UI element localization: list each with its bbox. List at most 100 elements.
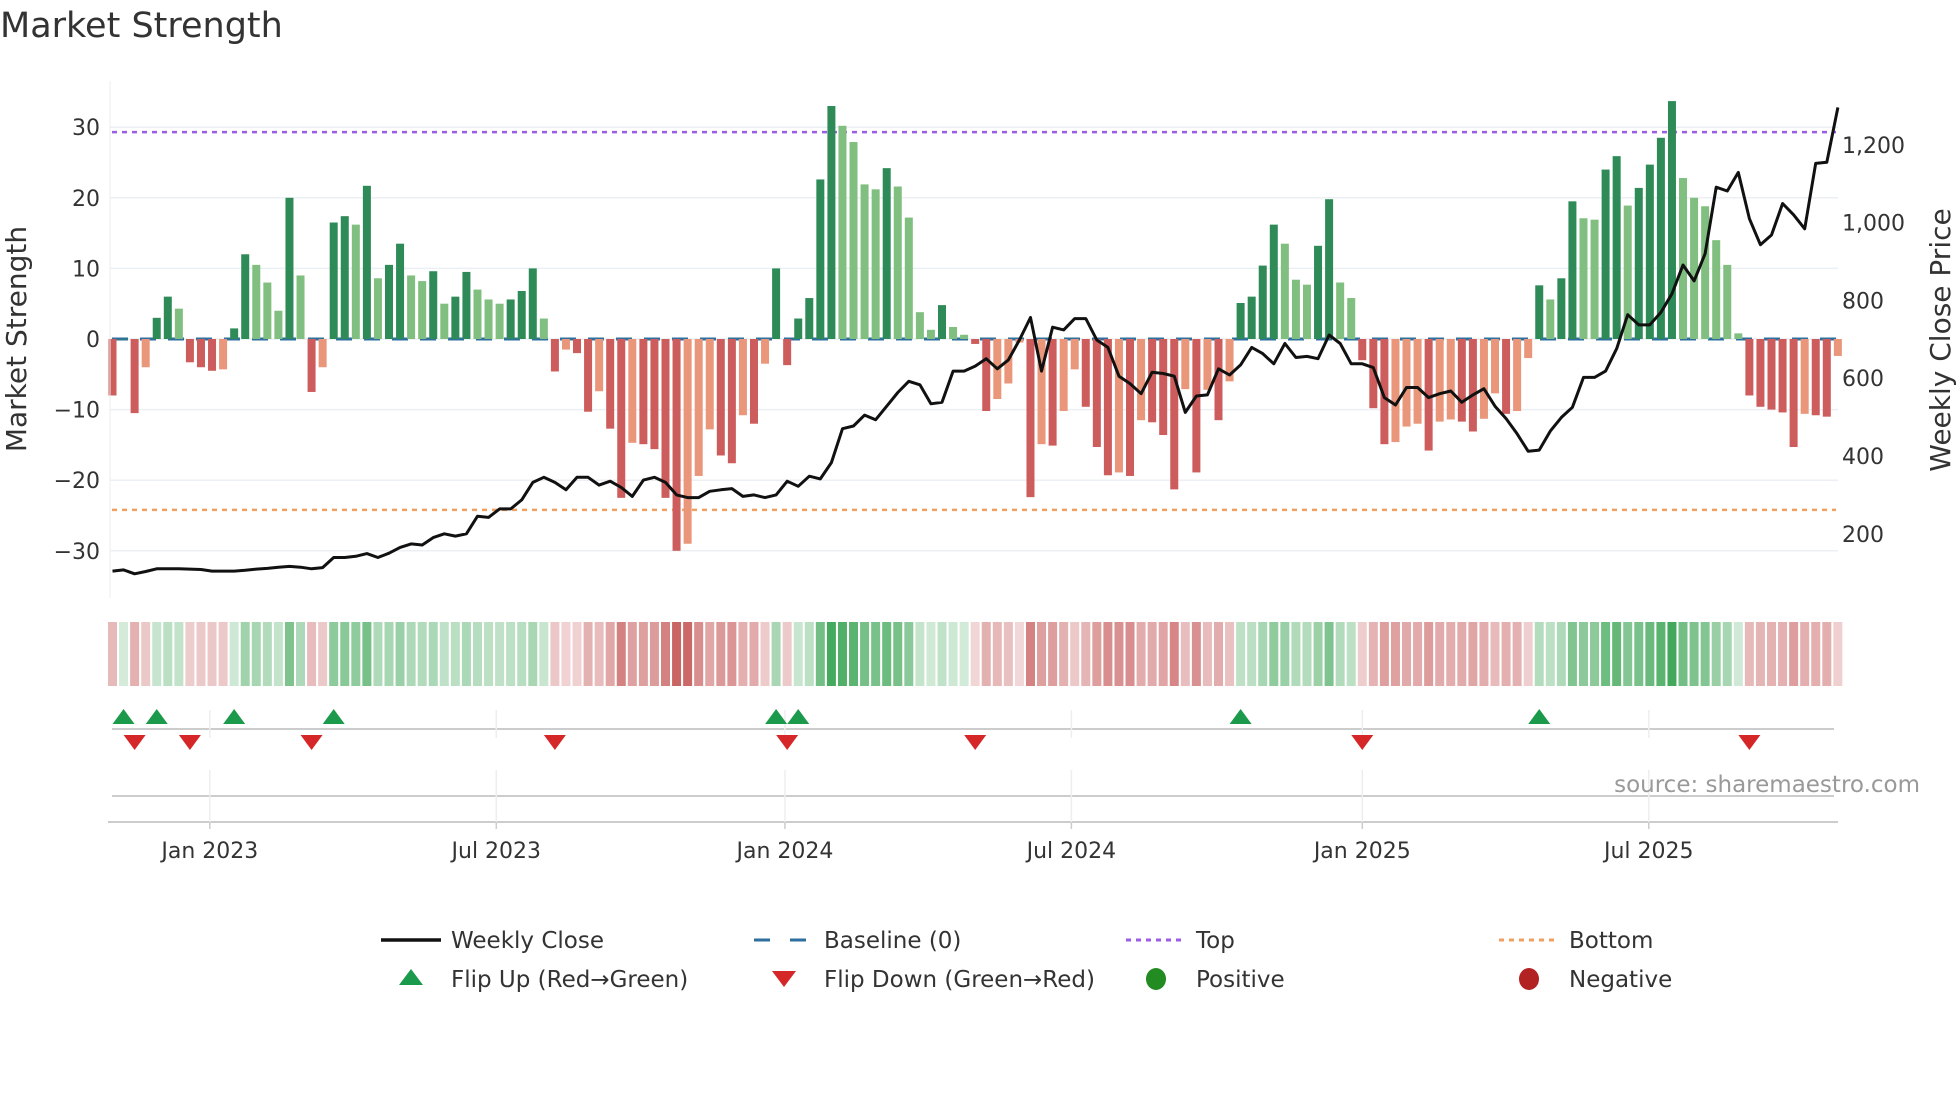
strength-bar: [1756, 339, 1765, 407]
heat-cell: [1722, 622, 1732, 686]
flip-up-marker: [787, 709, 810, 724]
y-tick-label: 0: [86, 328, 100, 353]
heat-cell: [1446, 622, 1456, 686]
strength-bar: [1712, 240, 1721, 339]
heat-cell: [1767, 622, 1776, 686]
strength-bar: [1833, 339, 1842, 356]
heat-cell: [1125, 622, 1135, 686]
heat-cell: [661, 622, 670, 686]
heat-cell: [1656, 622, 1666, 686]
strength-bar: [1137, 339, 1146, 421]
y-tick-label: −30: [54, 540, 100, 565]
heat-cell: [130, 622, 140, 686]
strength-bar: [639, 339, 648, 445]
strength-bar: [1347, 298, 1356, 339]
strength-bar: [318, 339, 327, 368]
strength-bar: [1679, 178, 1688, 339]
strength-bar: [1634, 187, 1643, 339]
heat-cell: [550, 622, 560, 686]
strength-bar: [1457, 339, 1466, 422]
y-tick-label: −20: [54, 469, 100, 494]
heat-cell: [1313, 622, 1323, 686]
strength-bar: [1391, 339, 1400, 443]
flip-down-marker: [543, 735, 566, 750]
strength-bar: [694, 339, 703, 476]
strength-bar: [362, 185, 371, 339]
strength-bar: [252, 264, 261, 339]
heat-cell: [1789, 622, 1799, 686]
flip-up-marker: [112, 709, 135, 724]
strength-bar: [1579, 218, 1588, 339]
strength-bar: [1612, 156, 1621, 339]
strength-bar: [1314, 245, 1323, 339]
y2-tick-label: 200: [1842, 523, 1884, 548]
flip-down-marker: [123, 735, 146, 750]
strength-bar: [1103, 339, 1112, 476]
y-tick-label: 10: [72, 257, 100, 282]
strength-bar: [561, 339, 570, 350]
x-tick-label: Jul 2024: [1025, 839, 1117, 864]
heat-cell: [119, 622, 129, 686]
x-tick-label: Jan 2024: [734, 839, 833, 864]
strength-bar: [1513, 339, 1522, 412]
heat-cell: [517, 622, 527, 686]
strength-bar: [606, 339, 615, 429]
heat-cell: [1003, 622, 1013, 686]
x-tick-label: Jul 2023: [450, 839, 542, 864]
strength-bar: [407, 275, 416, 339]
strength-bar: [816, 179, 825, 339]
strength-bar: [1690, 197, 1699, 339]
strength-bar: [351, 224, 360, 339]
flip-down-marker: [964, 735, 987, 750]
heat-cell: [771, 622, 781, 686]
heat-cell: [384, 622, 394, 686]
heat-cell: [1081, 622, 1091, 686]
strength-bar: [805, 298, 814, 339]
strength-bar: [329, 222, 338, 339]
legend-label: Baseline (0): [824, 928, 961, 954]
strength-bar: [1181, 339, 1190, 390]
y-tick-label: 30: [72, 116, 100, 141]
strength-bar: [208, 339, 217, 371]
strength-bar: [650, 339, 659, 450]
strength-bar: [163, 296, 172, 339]
legend-label: Positive: [1196, 967, 1285, 993]
heat-cell: [1346, 622, 1356, 686]
heat-cell: [439, 622, 449, 686]
heat-cell: [561, 622, 571, 686]
strength-bar: [550, 339, 559, 372]
heat-cell: [1191, 622, 1201, 686]
strength-bar: [1026, 339, 1035, 498]
heat-cell: [1534, 622, 1544, 686]
strength-bar: [1236, 302, 1245, 339]
strength-bar: [926, 329, 935, 339]
strength-bar: [783, 339, 792, 366]
heat-cell: [871, 622, 881, 686]
strength-bar: [595, 339, 604, 392]
heat-cell: [1357, 622, 1367, 686]
market-strength-chart: −30 −20 −10 0 10 20 30 200 400 600 800 1,000 1,200 Ma…: [0, 81, 1957, 993]
heat-cell: [1468, 622, 1478, 686]
heat-cell: [959, 622, 969, 686]
strength-bar: [418, 281, 427, 339]
strength-bar: [307, 339, 316, 392]
strength-bar: [1822, 339, 1831, 417]
strength-bar: [1745, 339, 1754, 396]
heat-cell: [1711, 622, 1721, 686]
strength-bar: [617, 339, 626, 498]
heat-cell: [672, 622, 682, 686]
heat-cell: [428, 622, 438, 686]
strength-bar: [141, 339, 150, 368]
heat-cell: [1490, 622, 1500, 686]
strength-bar: [1203, 339, 1212, 390]
heat-cell: [1424, 622, 1434, 686]
heat-cell: [141, 622, 151, 686]
heat-cell: [340, 622, 350, 686]
strength-bar: [1479, 339, 1488, 419]
strength-bar: [263, 282, 272, 339]
strength-bar: [506, 299, 515, 339]
strength-bar: [1811, 339, 1820, 416]
strength-bar: [661, 339, 670, 498]
heat-cell: [1390, 622, 1400, 686]
heat-cell: [284, 622, 294, 686]
